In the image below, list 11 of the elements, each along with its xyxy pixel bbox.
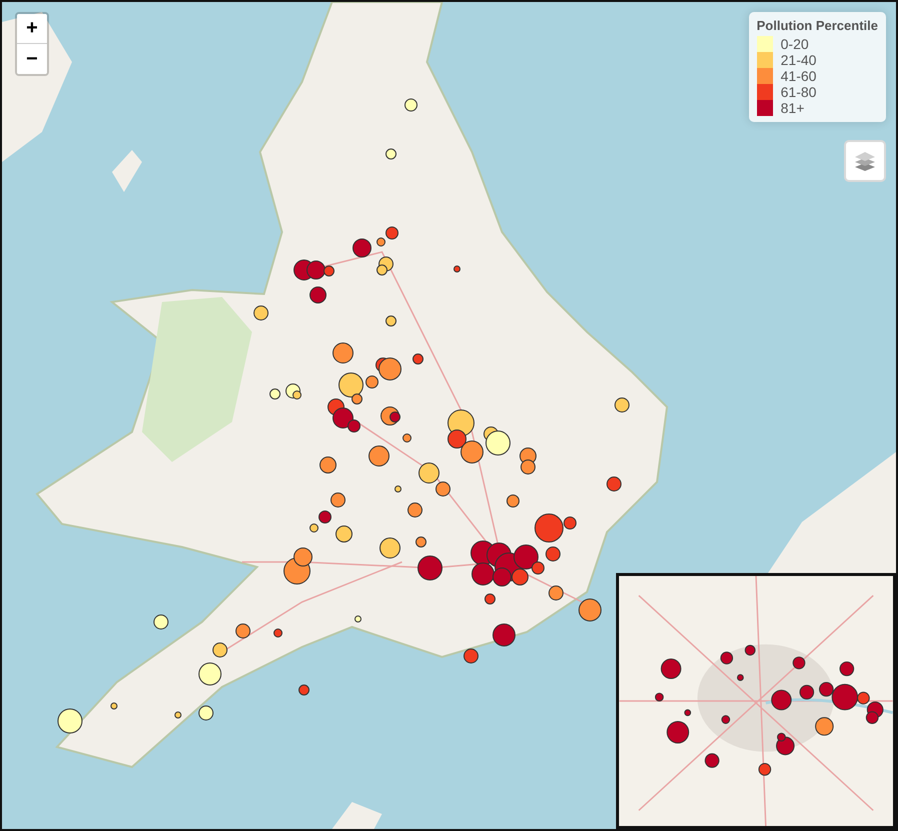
inset-map-drawing[interactable]	[616, 573, 896, 829]
legend-title: Pollution Percentile	[756, 18, 878, 33]
legend-label: 41-60	[780, 68, 816, 84]
legend-label: 61-80	[780, 84, 816, 100]
layers-icon	[853, 149, 877, 173]
legend-label: 81+	[780, 100, 804, 116]
legend-label: 21-40	[780, 52, 816, 68]
zoom-in-button[interactable]: +	[17, 14, 47, 44]
zoom-out-button[interactable]: −	[17, 44, 47, 74]
layers-button[interactable]	[844, 140, 886, 182]
legend-label: 0-20	[780, 36, 809, 52]
